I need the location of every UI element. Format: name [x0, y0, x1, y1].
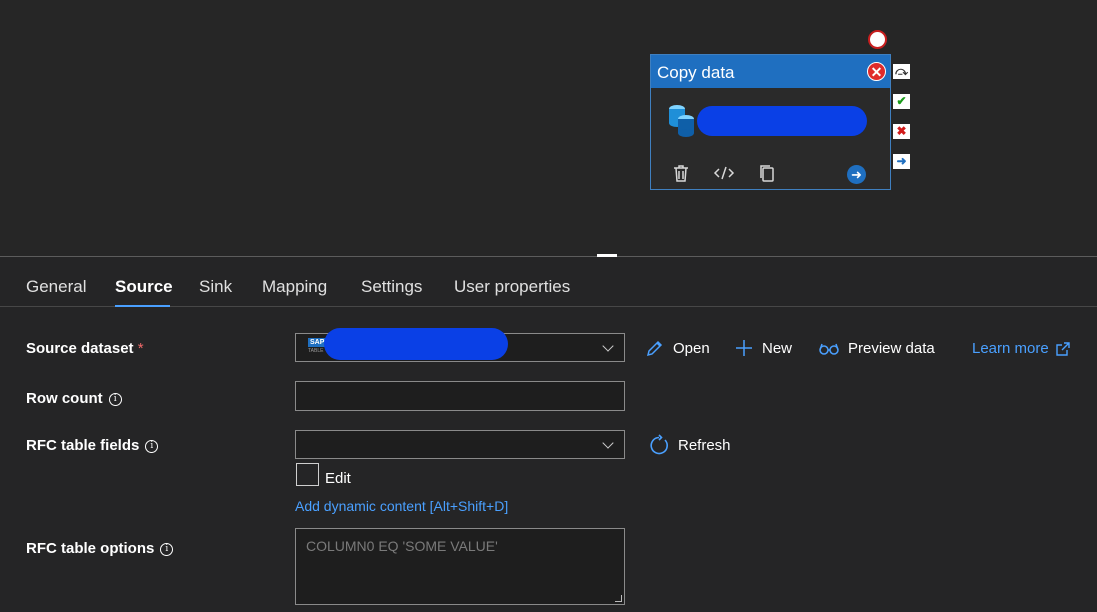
- info-icon[interactable]: i: [108, 393, 122, 406]
- learn-more-link[interactable]: Learn more: [972, 340, 1071, 357]
- required-mark: *: [137, 340, 144, 357]
- info-icon[interactable]: i: [160, 543, 174, 556]
- rfc-table-fields-select[interactable]: [295, 430, 625, 459]
- tab-sink[interactable]: Sink: [199, 277, 232, 297]
- tab-mapping[interactable]: Mapping: [262, 277, 327, 297]
- active-tab-indicator: [115, 305, 170, 307]
- new-button[interactable]: New: [734, 338, 792, 358]
- properties-tabs: General Source Sink Mapping Settings Use…: [0, 257, 1097, 307]
- chevron-down-icon: [602, 437, 614, 449]
- open-button[interactable]: Open: [645, 338, 710, 358]
- activity-error-icon[interactable]: ✕: [867, 62, 886, 81]
- refresh-icon: [650, 434, 668, 455]
- resize-handle[interactable]: [615, 595, 622, 602]
- row-count-label: Row count i: [26, 390, 122, 407]
- pipeline-canvas[interactable]: Copy data ✕ ➜ ⤼ ✔ ✖ ➜: [0, 0, 1097, 256]
- external-link-icon: [1056, 341, 1070, 356]
- edit-checkbox-label: Edit: [325, 470, 351, 487]
- rfc-table-options-textarea[interactable]: COLUMN0 EQ 'SOME VALUE': [295, 528, 625, 605]
- activity-title: Copy data: [657, 63, 735, 82]
- chevron-down-icon: [602, 340, 614, 352]
- skip-icon[interactable]: ⤼: [893, 64, 910, 79]
- tab-source[interactable]: Source: [115, 277, 173, 297]
- tab-settings[interactable]: Settings: [361, 277, 422, 297]
- preview-data-button[interactable]: Preview data: [818, 338, 935, 358]
- info-icon[interactable]: i: [145, 440, 159, 453]
- activity-name-redacted: [697, 106, 867, 136]
- copy-icon[interactable]: [757, 163, 777, 188]
- refresh-button[interactable]: Refresh: [648, 434, 731, 456]
- plus-icon: [736, 340, 752, 356]
- glasses-icon: [819, 343, 839, 355]
- copy-data-activity[interactable]: Copy data ✕ ➜: [650, 54, 891, 190]
- failure-x-icon[interactable]: ✖: [893, 124, 910, 139]
- rfc-table-options-label: RFC table options i: [26, 540, 174, 557]
- row-count-input[interactable]: [295, 381, 625, 411]
- rfc-table-fields-label: RFC table fields i: [26, 437, 159, 454]
- dataset-name-redacted: [324, 328, 508, 360]
- add-dynamic-content-link[interactable]: Add dynamic content [Alt+Shift+D]: [295, 498, 508, 514]
- success-check-icon[interactable]: ✔: [893, 94, 910, 109]
- source-dataset-label: Source dataset *: [26, 340, 144, 357]
- tab-user-properties[interactable]: User properties: [454, 277, 570, 297]
- code-icon[interactable]: [713, 163, 735, 188]
- database-icon: [667, 103, 697, 144]
- source-dataset-select[interactable]: SAP TABLE: [295, 328, 625, 362]
- activity-status-circle: [868, 30, 887, 49]
- arrow-right-icon[interactable]: ➜: [847, 165, 866, 184]
- tab-general[interactable]: General: [26, 277, 86, 297]
- textarea-placeholder: COLUMN0 EQ 'SOME VALUE': [306, 538, 498, 554]
- activity-header: Copy data ✕: [651, 55, 890, 88]
- pencil-icon: [646, 340, 663, 357]
- completion-arrow-icon[interactable]: ➜: [893, 154, 910, 169]
- edit-checkbox[interactable]: [296, 463, 319, 486]
- delete-icon[interactable]: [671, 163, 691, 188]
